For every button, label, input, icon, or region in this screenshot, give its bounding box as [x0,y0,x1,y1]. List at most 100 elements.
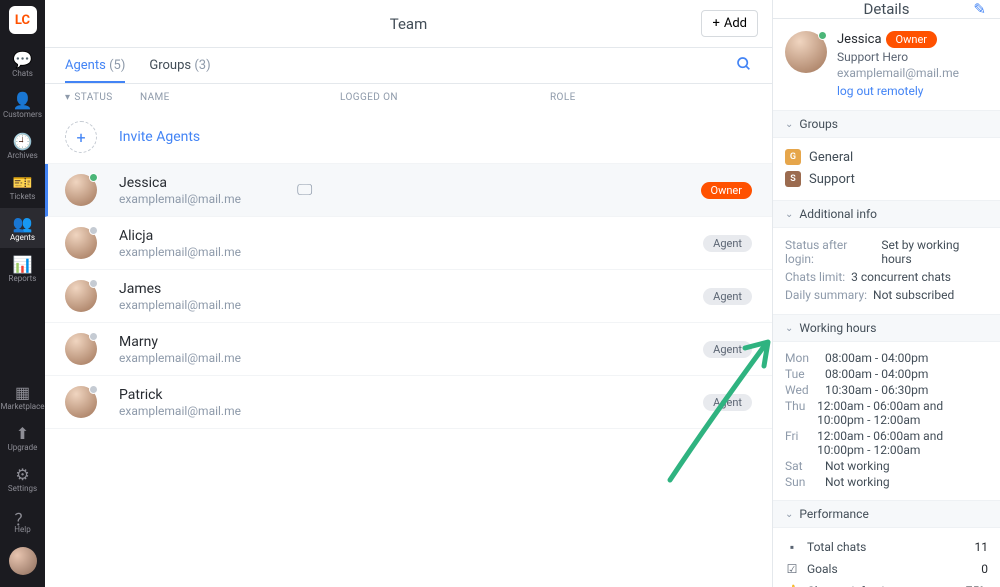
user-icon: 👤 [13,91,33,109]
role-badge: Agent [703,341,752,358]
details-panel: Details ✎ JessicaOwner Support Hero exam… [773,0,1000,587]
agent-name: James [119,281,297,297]
group-icon: G [785,149,801,165]
goal-icon: ☑ [785,562,799,576]
agent-email: examplemail@mail.me [119,245,297,259]
nav-upgrade[interactable]: ⬆Upgrade [0,418,45,458]
status-dot-online [89,173,98,182]
perf-row: ▪Total chats11 [785,536,988,558]
status-dot-offline [89,332,98,341]
role-badge: Agent [703,394,752,411]
agent-name: Patrick [119,387,297,403]
edit-icon[interactable]: ✎ [973,0,986,18]
role-badge: Agent [703,288,752,305]
section-performance-header[interactable]: ⌄Performance [773,500,1000,528]
role-badge: Agent [703,235,752,252]
section-additional-header[interactable]: ⌄Additional info [773,200,1000,228]
status-dot-offline [89,385,98,394]
nav-avatar[interactable] [0,541,45,581]
owner-badge: Owner [886,31,937,48]
nav-marketplace[interactable]: ▦Marketplace [0,377,45,417]
agent-name: Marny [119,334,297,350]
status-dot-offline [89,279,98,288]
agent-email: examplemail@mail.me [119,404,297,418]
clock-icon: 🕘 [13,132,33,150]
logout-link[interactable]: log out remotely [837,84,959,98]
chevron-down-icon: ▾ [65,92,70,103]
col-logged[interactable]: LOGGED ON [340,92,550,103]
wh-row: SatNot working [785,458,988,474]
col-status[interactable]: ▾STATUS [65,92,140,103]
app-logo[interactable]: LC [9,6,37,34]
col-role[interactable]: ROLE [550,92,670,103]
invite-row[interactable]: + Invite Agents [45,111,772,164]
nav-settings[interactable]: ⚙Settings [0,459,45,499]
wh-row: Tue08:00am - 04:00pm [785,366,988,382]
nav-customers[interactable]: 👤Customers [0,85,45,125]
wh-row: Wed10:30am - 06:30pm [785,382,988,398]
agent-row[interactable]: Jamesexamplemail@mail.me Agent [45,270,772,323]
chat-icon: 💬 [13,50,33,68]
col-name[interactable]: NAME [140,92,340,103]
agent-email: examplemail@mail.me [119,192,297,206]
left-nav: LC 💬Chats 👤Customers 🕘Archives 🎫Tickets … [0,0,45,587]
role-badge: Owner [701,182,752,199]
agent-row[interactable]: Marnyexamplemail@mail.me Agent [45,323,772,376]
upgrade-icon: ⬆ [16,424,29,442]
perf-row: 👍Chat satisfaction75% [785,580,988,587]
chevron-down-icon: ⌄ [785,323,793,334]
chevron-down-icon: ⌄ [785,209,793,220]
plus-icon: + [712,16,719,31]
agent-name: Alicja [119,228,297,244]
gear-icon: ⚙ [15,465,29,483]
details-title: Details [864,0,910,18]
section-workinghours-header[interactable]: ⌄Working hours [773,314,1000,342]
invite-label: Invite Agents [119,129,200,145]
section-groups-header[interactable]: ⌄Groups [773,110,1000,138]
profile-email: examplemail@mail.me [837,66,959,80]
agent-row[interactable]: Patrickexamplemail@mail.me Agent [45,376,772,429]
details-header: Details ✎ [773,0,1000,19]
status-dot-offline [89,226,98,235]
chevron-down-icon: ⌄ [785,509,793,520]
tab-groups[interactable]: Groups (3) [149,50,210,81]
avatar-icon [9,547,37,575]
nav-reports[interactable]: 📊Reports [0,249,45,289]
ticket-icon: 🎫 [13,173,33,191]
group-item[interactable]: SSupport [785,168,988,190]
search-icon[interactable] [736,56,752,76]
status-dot-online [818,31,827,40]
nav-tickets[interactable]: 🎫Tickets [0,167,45,207]
main-panel: Team +Add Agents (5) Groups (3) ▾STATUS … [45,0,773,587]
main-header: Team +Add [45,0,772,48]
wh-row: SunNot working [785,474,988,490]
agents-icon: 👥 [13,214,33,232]
help-icon: ？ [14,506,30,524]
agent-email: examplemail@mail.me [119,298,297,312]
nav-agents[interactable]: 👥Agents [0,208,45,248]
agent-row[interactable]: Alicjaexamplemail@mail.me Agent [45,217,772,270]
nav-chats[interactable]: 💬Chats [0,44,45,84]
page-title: Team [390,15,428,33]
perf-row: ☑Goals0 [785,558,988,580]
plus-circle-icon: + [65,121,97,153]
profile-name: Jessica [837,32,882,47]
report-icon: 📊 [13,255,33,273]
chat-icon: ▪ [785,540,799,554]
column-headers: ▾STATUS NAME LOGGED ON ROLE [45,84,772,111]
logged-on: 🖵 [297,180,507,200]
group-item[interactable]: GGeneral [785,146,988,168]
group-icon: S [785,171,801,187]
tab-agents[interactable]: Agents (5) [65,50,125,83]
add-button[interactable]: +Add [701,10,758,37]
wh-row: Mon08:00am - 04:00pm [785,350,988,366]
nav-archives[interactable]: 🕘Archives [0,126,45,166]
nav-help[interactable]: ？Help [0,500,45,540]
desktop-icon: 🖵 [297,180,312,199]
agent-row[interactable]: Jessicaexamplemail@mail.me 🖵 Owner [45,164,772,217]
agent-name: Jessica [119,175,297,191]
tab-bar: Agents (5) Groups (3) [45,48,772,84]
wh-row: Fri12:00am - 06:00am and 10:00pm - 12:00… [785,428,988,458]
profile-block: JessicaOwner Support Hero examplemail@ma… [773,19,1000,110]
agent-email: examplemail@mail.me [119,351,297,365]
